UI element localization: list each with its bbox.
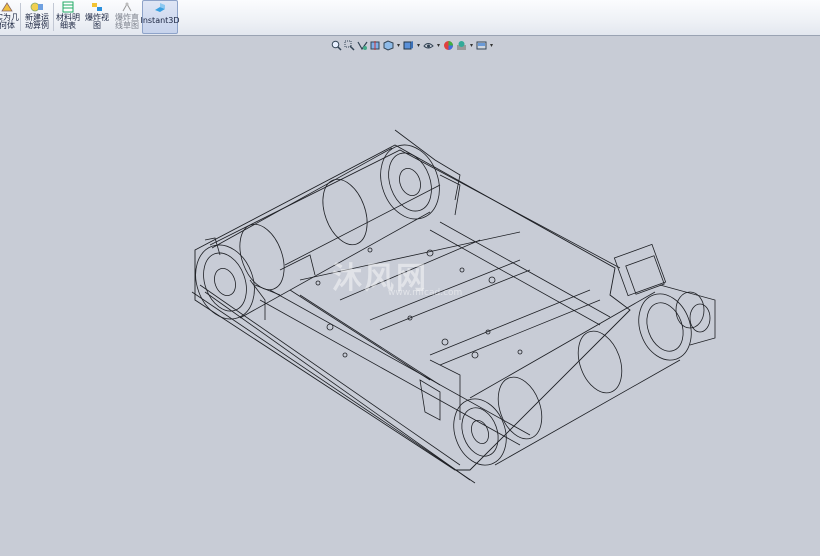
watermark-url: www.mfcad.com [388,288,463,298]
reference-geometry-label: 实为几 何体 [0,13,19,30]
instant3d-button[interactable]: Instant3D [140,0,180,34]
exploded-view-button[interactable]: 爆炸视 图 [82,0,112,34]
command-manager-ribbon: 实为几 何体 新建运 动算例 材料明 细表 爆炸视 图 爆炸直 线草图 Inst… [0,0,820,36]
conveyor-wireframe-model [191,129,716,484]
exploded-view-label: 爆炸视 图 [85,13,109,30]
new-motion-study-button[interactable]: 新建运 动算例 [22,0,52,34]
reference-geometry-icon [1,2,13,12]
ribbon-separator [20,3,21,31]
instant3d-icon [155,3,165,12]
explode-line-sketch-button[interactable]: 爆炸直 线草图 [112,0,142,34]
bill-of-materials-label: 材料明 细表 [56,13,80,30]
exploded-view-icon [92,3,102,11]
bill-of-materials-button[interactable]: 材料明 细表 [54,0,82,34]
motion-study-icon [30,2,43,12]
reference-geometry-button[interactable]: 实为几 何体 [0,0,19,34]
bom-table-icon [62,1,74,13]
explode-line-sketch-label: 爆炸直 线草图 [115,13,139,30]
explode-line-sketch-icon [122,2,132,12]
new-motion-study-label: 新建运 动算例 [25,13,49,30]
instant3d-label: Instant3D [140,16,180,25]
